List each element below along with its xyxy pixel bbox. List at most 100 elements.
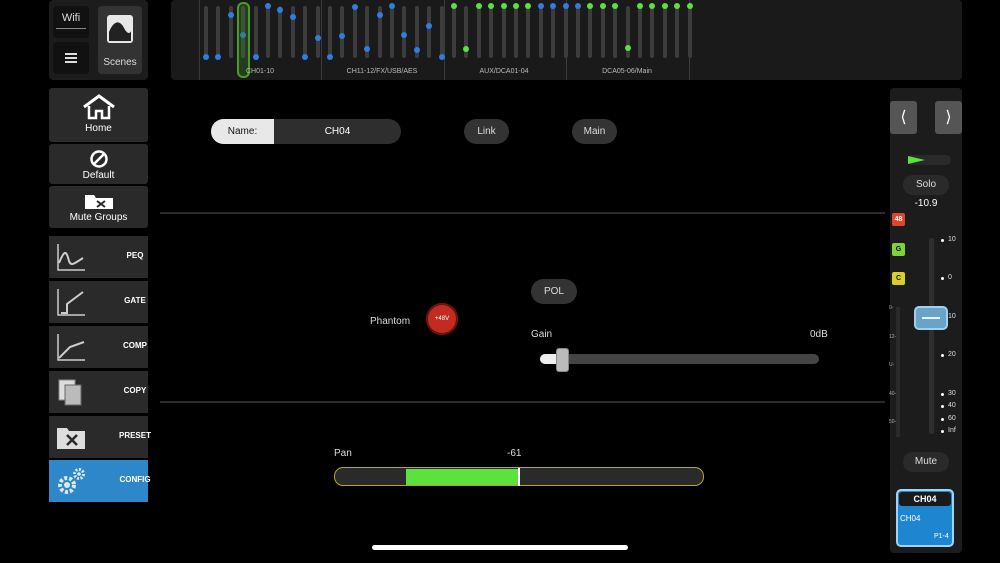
overview-fader-dot (203, 53, 209, 60)
overview-group-label[interactable]: AUX/DCA01-04 (444, 68, 564, 75)
channel-card-name: CH04 (900, 514, 921, 523)
overview-fader-track[interactable] (390, 6, 394, 58)
overview-group-label[interactable]: CH01-10 (200, 68, 320, 75)
overview-group-label[interactable]: DCA05-06/Main (566, 68, 688, 75)
overview-fader-track[interactable] (278, 6, 283, 58)
nav-preset[interactable]: PRESET (49, 416, 151, 458)
overview-fader-dot (265, 3, 271, 9)
overview-fader-track[interactable] (588, 6, 593, 58)
mute-button[interactable]: Mute (903, 452, 949, 472)
overview-fader-track[interactable] (253, 6, 258, 58)
meter-scale-label: 0- (889, 305, 894, 311)
meter-scale-label: U- (889, 362, 895, 368)
overview-fader-track[interactable] (538, 6, 543, 58)
overview-fader-track[interactable] (501, 6, 506, 58)
overview-fader-dot (637, 3, 643, 9)
overview-fader-dot (327, 53, 333, 60)
nav-mute-groups-label: Mute Groups (69, 212, 128, 223)
overview-fader-track[interactable] (662, 6, 667, 58)
phantom-label: Phantom (370, 316, 411, 327)
overview-fader-track[interactable] (315, 6, 320, 58)
nav-gate[interactable]: GATE (49, 281, 148, 323)
overview-fader-track[interactable] (687, 6, 692, 58)
overview-fader-track[interactable] (452, 6, 456, 58)
nav-mute-groups[interactable]: Mute Groups (49, 186, 148, 228)
scenes-icon (107, 15, 133, 43)
overview-fader-track[interactable] (526, 6, 531, 58)
meter-scale-label: 40- (889, 391, 897, 397)
polarity-button[interactable]: POL (531, 279, 577, 304)
overview-fader-track[interactable] (328, 6, 332, 58)
solo-button[interactable]: Solo (903, 175, 949, 195)
menu-button[interactable] (53, 42, 89, 74)
nav-copy[interactable]: COPY (49, 371, 148, 413)
copy-icon (58, 379, 82, 406)
nav-home[interactable]: Home (49, 88, 148, 142)
nav-default[interactable]: Default (49, 144, 148, 184)
overview-group-label[interactable]: CH11-12/FX/USB/AES (322, 68, 442, 75)
gate-badge: G (892, 243, 905, 256)
phantom-48-badge: 48 (892, 213, 905, 226)
fader-scale-label: 40 (948, 402, 956, 409)
phantom-48v-button[interactable]: +48V (426, 303, 458, 335)
overview-fader-track[interactable] (427, 6, 432, 58)
nav-peq[interactable]: PEQ (49, 236, 148, 278)
wifi-label: Wifi (61, 12, 81, 24)
overview-fader-track[interactable] (613, 6, 618, 58)
nav-config[interactable]: CONFIG (49, 460, 151, 502)
gain-slider-thumb[interactable] (556, 348, 570, 372)
overview-fader-track[interactable] (266, 6, 270, 58)
nav-comp-label: COMP (123, 341, 147, 350)
overview-fader-track[interactable] (476, 6, 481, 58)
overview-fader-track[interactable] (551, 6, 556, 58)
overview-fader-dot (438, 53, 445, 60)
section-divider (160, 212, 885, 214)
overview-fader-track[interactable] (576, 6, 580, 58)
overview-fader-track[interactable] (650, 6, 655, 58)
gain-slider-track[interactable] (540, 354, 819, 364)
link-button[interactable]: Link (464, 119, 509, 144)
pan-label: Pan (334, 448, 352, 459)
gain-label: Gain (531, 329, 553, 340)
nav-config-label: CONFIG (119, 475, 151, 484)
overview-fader-track[interactable] (489, 6, 494, 58)
overview-fader-track[interactable] (514, 6, 518, 58)
name-label: Name: (211, 119, 274, 144)
fader-scale-label: 30 (948, 390, 956, 397)
fader-scale-dot (941, 430, 944, 433)
overview-fader-dot (389, 3, 395, 9)
prev-channel-button[interactable]: ⟨ (890, 101, 917, 134)
overview-selected-channel[interactable] (236, 2, 250, 78)
meter-scale-label: 12- (889, 334, 897, 340)
level-meter (896, 307, 900, 437)
meter-scale-label: 50- (889, 419, 897, 425)
overview-fader-track[interactable] (352, 6, 357, 58)
overview-fader-track[interactable] (563, 6, 568, 58)
overview-fader-track[interactable] (638, 6, 642, 58)
fader-scale-dot (941, 393, 944, 396)
overview-fader-dot (500, 3, 507, 9)
scenes-button[interactable]: Scenes (98, 6, 142, 74)
fader-scale-dot (941, 354, 944, 357)
overview-fader-track[interactable] (675, 6, 680, 58)
channel-card-id: CH04 (899, 492, 951, 506)
pan-center-marker[interactable] (518, 468, 520, 486)
overview-fader-track[interactable] (340, 6, 345, 58)
overview-fader-dot (575, 3, 581, 9)
channel-fader-track[interactable] (929, 238, 934, 434)
home-indicator[interactable] (372, 545, 628, 550)
preset-icon (57, 428, 85, 449)
overview-fader-track[interactable] (303, 6, 308, 58)
overview-fader-track[interactable] (216, 6, 221, 58)
peq-icon (57, 244, 85, 271)
nav-comp[interactable]: COMP (49, 326, 148, 368)
main-button[interactable]: Main (572, 119, 617, 144)
channel-fader-knob[interactable] (914, 306, 948, 330)
next-channel-button[interactable]: ⟩ (935, 101, 962, 134)
fader-scale-label: Inf (948, 427, 956, 434)
overview-fader-track[interactable] (600, 6, 605, 58)
overview-fader-track[interactable] (204, 6, 208, 58)
overview-fader-track[interactable] (439, 6, 444, 58)
name-value[interactable]: CH04 (274, 119, 401, 144)
wifi-button[interactable]: Wifi (53, 6, 89, 38)
